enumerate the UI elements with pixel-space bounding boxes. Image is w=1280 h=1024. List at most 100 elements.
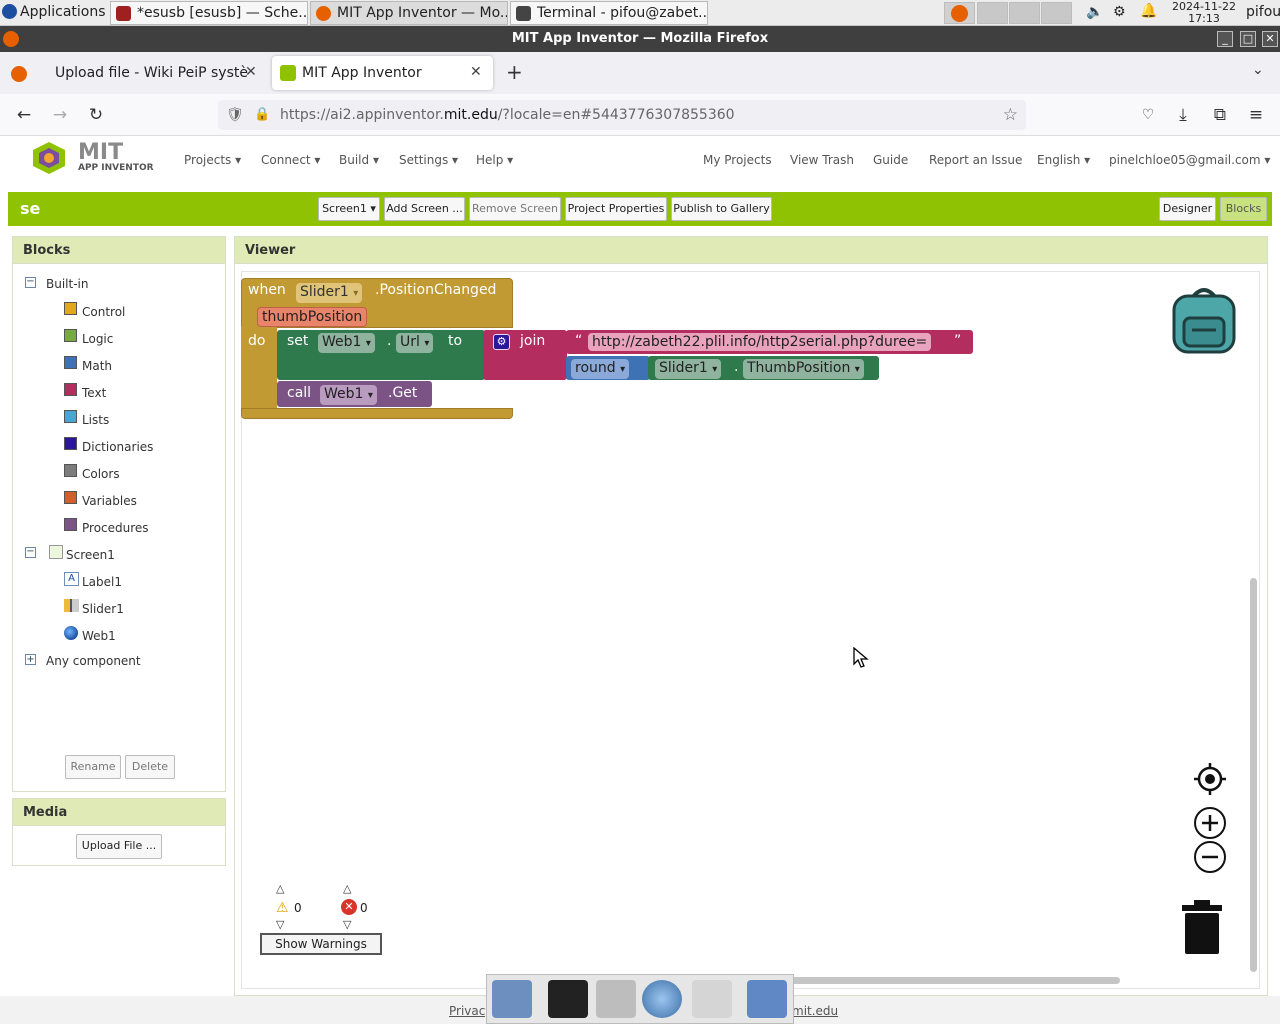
remove-screen-button[interactable]: Remove Screen: [469, 197, 561, 221]
reload-icon[interactable]: ↻: [84, 103, 108, 127]
new-tab-icon[interactable]: +: [506, 60, 523, 84]
trash-icon[interactable]: [1182, 900, 1222, 955]
tree-slider1[interactable]: Slider1: [82, 602, 124, 616]
tree-any-component[interactable]: Any component: [46, 654, 141, 668]
menu-settings[interactable]: Settings ▾: [399, 153, 458, 167]
vertical-scrollbar[interactable]: [1250, 578, 1257, 972]
task-firefox[interactable]: MIT App Inventor — Mo...: [310, 1, 508, 25]
menu-report-issue[interactable]: Report an Issue: [929, 153, 1022, 167]
backpack-icon[interactable]: [1170, 284, 1238, 354]
menu-build[interactable]: Build ▾: [339, 153, 379, 167]
collapse-screen-icon[interactable]: −: [25, 547, 36, 558]
user-menu[interactable]: pifou: [1246, 4, 1280, 20]
delete-button[interactable]: Delete: [125, 755, 175, 779]
clock[interactable]: 2024-11-22 17:13: [1166, 1, 1242, 25]
tree-label1[interactable]: Label1: [82, 575, 122, 589]
tree-screen1[interactable]: Screen1: [66, 548, 115, 562]
error-next-icon[interactable]: ▽: [343, 918, 351, 931]
menu-my-projects[interactable]: My Projects: [703, 153, 772, 167]
tab-app-inventor[interactable]: MIT App Inventor: [272, 56, 493, 90]
forward-icon[interactable]: →: [48, 103, 72, 127]
firefox-view-icon[interactable]: [11, 66, 27, 82]
getter-component-dropdown[interactable]: Slider1 ▾: [655, 359, 722, 379]
folder-icon[interactable]: [747, 980, 787, 1018]
url-string-value[interactable]: http://zabeth22.plil.info/http2serial.ph…: [588, 333, 932, 351]
builtin-label[interactable]: Built-in: [46, 277, 88, 291]
menu-help[interactable]: Help ▾: [476, 153, 513, 167]
getter-property-dropdown[interactable]: ThumbPosition ▾: [743, 359, 864, 379]
hamburger-menu-icon[interactable]: ≡: [1244, 103, 1268, 127]
rename-button[interactable]: Rename: [65, 755, 121, 779]
url-bar[interactable]: 🛡 🔒 https://ai2.appinventor.mit.edu/?loc…: [218, 100, 1026, 130]
builtin-control[interactable]: Control: [82, 305, 125, 319]
screen-select[interactable]: Screen1 ▾: [318, 197, 380, 221]
recenter-icon[interactable]: [1194, 763, 1226, 795]
workspace-3[interactable]: [1009, 2, 1040, 24]
set-property-dropdown[interactable]: Url ▾: [396, 333, 434, 353]
warning-prev-icon[interactable]: △: [276, 882, 284, 895]
builtin-colors[interactable]: Colors: [82, 467, 120, 481]
applications-menu[interactable]: Applications: [20, 4, 106, 20]
terminal-launcher-icon[interactable]: [548, 980, 588, 1018]
file-manager-icon[interactable]: [596, 980, 636, 1018]
event-component-dropdown[interactable]: Slider1 ▾: [296, 283, 363, 303]
pocket-icon[interactable]: ♡: [1136, 103, 1160, 127]
back-icon[interactable]: ←: [12, 103, 36, 127]
show-desktop-icon[interactable]: [492, 980, 532, 1018]
tree-web1[interactable]: Web1: [82, 629, 116, 643]
builtin-text[interactable]: Text: [82, 386, 106, 400]
url-text[interactable]: https://ai2.appinventor.mit.edu/?locale=…: [280, 100, 735, 130]
menu-projects[interactable]: Projects ▾: [184, 153, 241, 167]
set-component-dropdown[interactable]: Web1 ▾: [318, 333, 375, 353]
mutator-gear-icon[interactable]: ⚙: [493, 334, 510, 350]
collapse-builtin-icon[interactable]: −: [25, 277, 36, 288]
volume-icon[interactable]: 🔈: [1086, 4, 1103, 20]
tab-upload-file[interactable]: Upload file - Wiki PeiP systè: [46, 56, 268, 90]
task-esusb[interactable]: *esusb [esusb] — Sche...: [110, 1, 308, 25]
blocks-button[interactable]: Blocks: [1220, 197, 1267, 221]
expand-any-component-icon[interactable]: +: [25, 654, 36, 665]
builtin-variables[interactable]: Variables: [82, 494, 137, 508]
builtin-dictionaries[interactable]: Dictionaries: [82, 440, 153, 454]
network-icon[interactable]: ⚙: [1113, 4, 1126, 20]
extensions-icon[interactable]: ⧉: [1208, 103, 1232, 127]
minimize-icon[interactable]: _: [1217, 31, 1233, 47]
close-tab-icon[interactable]: ✕: [245, 64, 257, 80]
downloads-icon[interactable]: ⤓: [1171, 103, 1195, 127]
menu-guide[interactable]: Guide: [873, 153, 908, 167]
list-tabs-chevron-icon[interactable]: ⌄: [1252, 62, 1264, 78]
tracking-shield-icon[interactable]: 🛡: [226, 100, 244, 130]
thumbposition-param[interactable]: thumbPosition: [257, 307, 368, 327]
show-warnings-button[interactable]: Show Warnings: [260, 933, 382, 955]
error-prev-icon[interactable]: △: [343, 882, 351, 895]
builtin-procedures[interactable]: Procedures: [82, 521, 149, 535]
maximize-icon[interactable]: □: [1240, 31, 1256, 47]
project-properties-button[interactable]: Project Properties: [565, 197, 667, 221]
menu-account[interactable]: pinelchloe05@gmail.com ▾: [1109, 153, 1270, 167]
close-tab-icon[interactable]: ✕: [470, 64, 482, 80]
upload-file-button[interactable]: Upload File ...: [76, 834, 162, 859]
lock-icon[interactable]: 🔒: [254, 100, 270, 130]
task-terminal[interactable]: Terminal - pifou@zabet...: [510, 1, 708, 25]
call-component-dropdown[interactable]: Web1 ▾: [320, 385, 377, 405]
workspace-2[interactable]: [977, 2, 1008, 24]
menu-language[interactable]: English ▾: [1037, 153, 1090, 167]
workspace-1[interactable]: [944, 2, 975, 24]
workspace-4[interactable]: [1041, 2, 1072, 24]
zoom-in-icon[interactable]: [1193, 806, 1227, 840]
warning-next-icon[interactable]: ▽: [276, 918, 284, 931]
add-screen-button[interactable]: Add Screen ...: [384, 197, 465, 221]
mit-edu-link[interactable]: mit.edu: [792, 1004, 838, 1018]
builtin-math[interactable]: Math: [82, 359, 112, 373]
bookmark-star-icon[interactable]: ☆: [1003, 100, 1018, 130]
builtin-logic[interactable]: Logic: [82, 332, 113, 346]
builtin-lists[interactable]: Lists: [82, 413, 109, 427]
web-browser-icon[interactable]: [642, 980, 682, 1018]
publish-gallery-button[interactable]: Publish to Gallery: [671, 197, 772, 221]
menu-view-trash[interactable]: View Trash: [790, 153, 854, 167]
zoom-out-icon[interactable]: [1193, 840, 1227, 874]
round-dropdown[interactable]: round ▾: [571, 359, 630, 379]
app-finder-icon[interactable]: [692, 980, 732, 1018]
menu-connect[interactable]: Connect ▾: [261, 153, 320, 167]
app-inventor-logo[interactable]: [28, 140, 70, 176]
